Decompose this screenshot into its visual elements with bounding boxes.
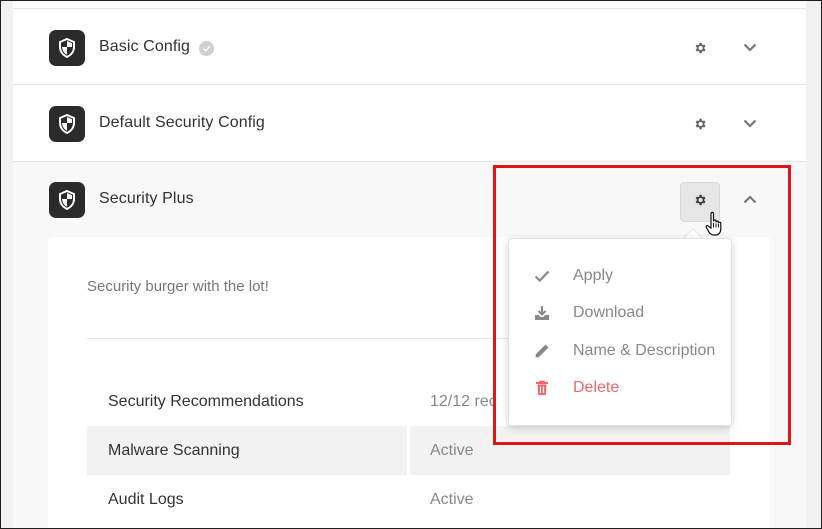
stat-row: Audit Logs Active: [87, 475, 730, 524]
config-row-basic[interactable]: Basic Config: [13, 10, 806, 85]
pencil-icon: [533, 342, 551, 360]
config-description: Security burger with the lot!: [87, 278, 269, 295]
trash-icon: [533, 379, 551, 397]
menu-item-label: Download: [573, 303, 645, 321]
stat-label: Malware Scanning: [87, 426, 407, 475]
menu-item-label: Apply: [573, 266, 614, 284]
menu-item-label: Delete: [573, 378, 620, 396]
collapse-button[interactable]: [740, 190, 760, 210]
config-actions-menu: Apply Download Name & Description Delete: [508, 238, 732, 426]
stat-value: Active: [430, 490, 474, 508]
shield-icon: [49, 182, 85, 218]
menu-item-apply[interactable]: Apply: [509, 257, 733, 294]
expand-button[interactable]: [740, 38, 760, 58]
stat-value: Active: [410, 426, 730, 475]
stat-label: Audit Logs: [108, 490, 184, 508]
config-row-default-security[interactable]: Default Security Config: [13, 86, 806, 162]
menu-item-name-description[interactable]: Name & Description: [509, 332, 733, 369]
shield-icon: [49, 30, 85, 66]
config-title: Default Security Config: [99, 114, 265, 131]
gear-icon: [693, 117, 707, 136]
settings-button[interactable]: [680, 30, 720, 70]
gear-icon: [693, 193, 707, 212]
menu-item-delete[interactable]: Delete: [509, 369, 733, 406]
verified-check-icon: [199, 41, 214, 56]
expand-button[interactable]: [740, 114, 760, 134]
shield-icon: [49, 106, 85, 142]
chevron-up-icon: [743, 191, 757, 209]
chevron-down-icon: [743, 115, 757, 133]
menu-item-download[interactable]: Download: [509, 294, 733, 331]
hand-cursor-icon: [705, 211, 725, 237]
config-title: Basic Config: [99, 38, 191, 55]
config-title: Security Plus: [99, 190, 194, 207]
chevron-down-icon: [743, 39, 757, 57]
app-frame: Basic Config Default Security Config Sec…: [0, 0, 822, 529]
panel-top-edge: [13, 1, 806, 9]
settings-button[interactable]: [680, 106, 720, 146]
stat-label: Security Recommendations: [108, 392, 304, 410]
gear-icon: [693, 41, 707, 60]
check-icon: [533, 267, 551, 285]
menu-item-label: Name & Description: [573, 341, 716, 359]
download-icon: [533, 304, 551, 322]
stat-row: Malware Scanning Active: [87, 426, 730, 475]
